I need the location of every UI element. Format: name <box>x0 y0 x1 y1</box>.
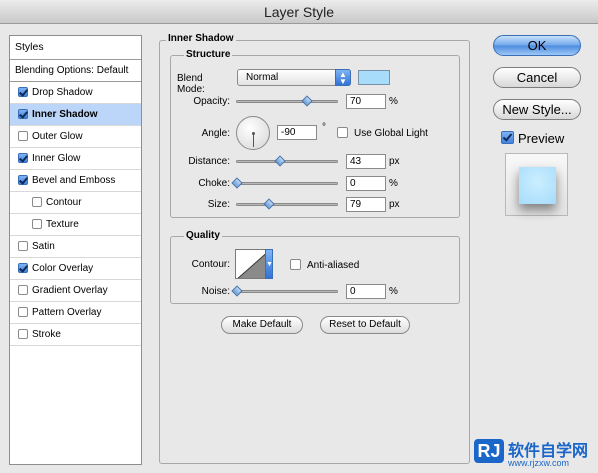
style-item-stroke[interactable]: Stroke <box>10 324 141 346</box>
noise-unit: % <box>389 286 398 297</box>
window-title: Layer Style <box>0 0 598 24</box>
style-item-inner-glow[interactable]: Inner Glow <box>10 148 141 170</box>
watermark-url: www.rjzxw.com <box>508 458 570 468</box>
reset-to-default-button[interactable]: Reset to Default <box>320 316 410 334</box>
anti-aliased-label: Anti-aliased <box>307 260 360 271</box>
size-unit: px <box>389 199 400 210</box>
satin-checkbox[interactable] <box>18 241 28 251</box>
quality-title: Quality <box>184 230 222 241</box>
bevel-and-emboss-checkbox[interactable] <box>18 175 28 185</box>
style-item-label: Satin <box>32 241 55 252</box>
opacity-field[interactable]: 70 <box>346 94 386 109</box>
size-field[interactable]: 79 <box>346 197 386 212</box>
style-item-label: Bevel and Emboss <box>32 175 116 186</box>
contour-picker[interactable] <box>235 249 269 279</box>
use-global-light-checkbox[interactable] <box>337 127 348 138</box>
style-item-inner-shadow[interactable]: Inner Shadow <box>10 104 141 126</box>
contour-checkbox[interactable] <box>32 197 42 207</box>
style-item-drop-shadow[interactable]: Drop Shadow <box>10 82 141 104</box>
angle-dial-center <box>252 132 255 135</box>
new-style-button[interactable]: New Style... <box>493 99 581 120</box>
blend-mode-value: Normal <box>246 72 279 83</box>
styles-header[interactable]: Styles <box>10 36 141 60</box>
style-item-label: Drop Shadow <box>32 87 93 98</box>
blend-mode-select[interactable]: Normal ▲ ▼ <box>237 69 351 86</box>
distance-unit: px <box>389 156 400 167</box>
layer-style-dialog: Layer Style Styles Blending Options: Def… <box>0 0 598 473</box>
gradient-overlay-checkbox[interactable] <box>18 285 28 295</box>
choke-field[interactable]: 0 <box>346 176 386 191</box>
blending-options-item[interactable]: Blending Options: Default <box>10 60 141 82</box>
cancel-button[interactable]: Cancel <box>493 67 581 88</box>
distance-slider[interactable] <box>236 155 338 167</box>
distance-label: Distance: <box>188 156 230 167</box>
size-label: Size: <box>207 199 230 210</box>
style-item-label: Inner Shadow <box>32 109 98 120</box>
styles-list: Styles Blending Options: Default Drop Sh… <box>9 35 142 465</box>
choke-slider[interactable] <box>231 177 338 189</box>
preview-label: Preview <box>518 131 565 146</box>
outer-glow-checkbox[interactable] <box>18 131 28 141</box>
preview-checkbox[interactable] <box>501 131 514 144</box>
panel-title: Inner Shadow <box>166 33 236 44</box>
inner-glow-checkbox[interactable] <box>18 153 28 163</box>
opacity-label: Opacity: <box>193 96 230 107</box>
updown-arrows-icon: ▲ ▼ <box>335 69 351 86</box>
style-item-label: Texture <box>46 219 79 230</box>
angle-needle <box>253 133 254 147</box>
blend-mode-label: Blend Mode: <box>177 73 205 95</box>
anti-aliased-checkbox[interactable] <box>290 259 301 270</box>
watermark-logo: RJ <box>474 439 504 463</box>
style-item-label: Pattern Overlay <box>32 307 102 318</box>
drop-shadow-checkbox[interactable] <box>18 87 28 97</box>
style-item-satin[interactable]: Satin <box>10 236 141 258</box>
choke-unit: % <box>389 178 398 189</box>
texture-checkbox[interactable] <box>32 219 42 229</box>
structure-title: Structure <box>184 49 233 60</box>
noise-slider[interactable] <box>231 285 338 297</box>
pattern-overlay-checkbox[interactable] <box>18 307 28 317</box>
style-item-color-overlay[interactable]: Color Overlay <box>10 258 141 280</box>
distance-field[interactable]: 43 <box>346 154 386 169</box>
stroke-checkbox[interactable] <box>18 329 28 339</box>
use-global-light-label: Use Global Light <box>354 128 428 139</box>
style-item-label: Inner Glow <box>32 153 81 164</box>
degree-unit: ° <box>322 122 326 133</box>
opacity-slider[interactable] <box>236 95 338 107</box>
style-item-label: Outer Glow <box>32 131 83 142</box>
style-item-label: Contour <box>46 197 82 208</box>
size-slider[interactable] <box>236 198 338 210</box>
angle-dial[interactable] <box>236 116 270 150</box>
style-item-label: Gradient Overlay <box>32 285 108 296</box>
inner-shadow-checkbox[interactable] <box>18 109 28 119</box>
style-item-label: Stroke <box>32 329 61 340</box>
angle-label: Angle: <box>201 128 230 139</box>
contour-label: Contour: <box>191 259 230 270</box>
opacity-unit: % <box>389 96 398 107</box>
make-default-button[interactable]: Make Default <box>221 316 303 334</box>
style-item-texture[interactable]: Texture <box>10 214 141 236</box>
style-item-gradient-overlay[interactable]: Gradient Overlay <box>10 280 141 302</box>
noise-field[interactable]: 0 <box>346 284 386 299</box>
style-item-outer-glow[interactable]: Outer Glow <box>10 126 141 148</box>
watermark: RJ 软件自学网 www.rjzxw.com <box>474 437 596 471</box>
contour-dropdown-arrow-icon[interactable]: ▼ <box>265 249 273 279</box>
style-item-label: Color Overlay <box>32 263 94 274</box>
angle-field[interactable]: -90 <box>277 125 317 140</box>
style-item-bevel-and-emboss[interactable]: Bevel and Emboss <box>10 170 141 192</box>
choke-label: Choke: <box>198 178 230 189</box>
style-item-contour[interactable]: Contour <box>10 192 141 214</box>
shadow-color-swatch[interactable] <box>358 70 390 85</box>
color-overlay-checkbox[interactable] <box>18 263 28 273</box>
noise-label: Noise: <box>201 286 230 297</box>
preview-swatch <box>519 167 556 204</box>
ok-button[interactable]: OK <box>493 35 581 56</box>
preview-thumbnail <box>505 153 568 216</box>
style-item-pattern-overlay[interactable]: Pattern Overlay <box>10 302 141 324</box>
